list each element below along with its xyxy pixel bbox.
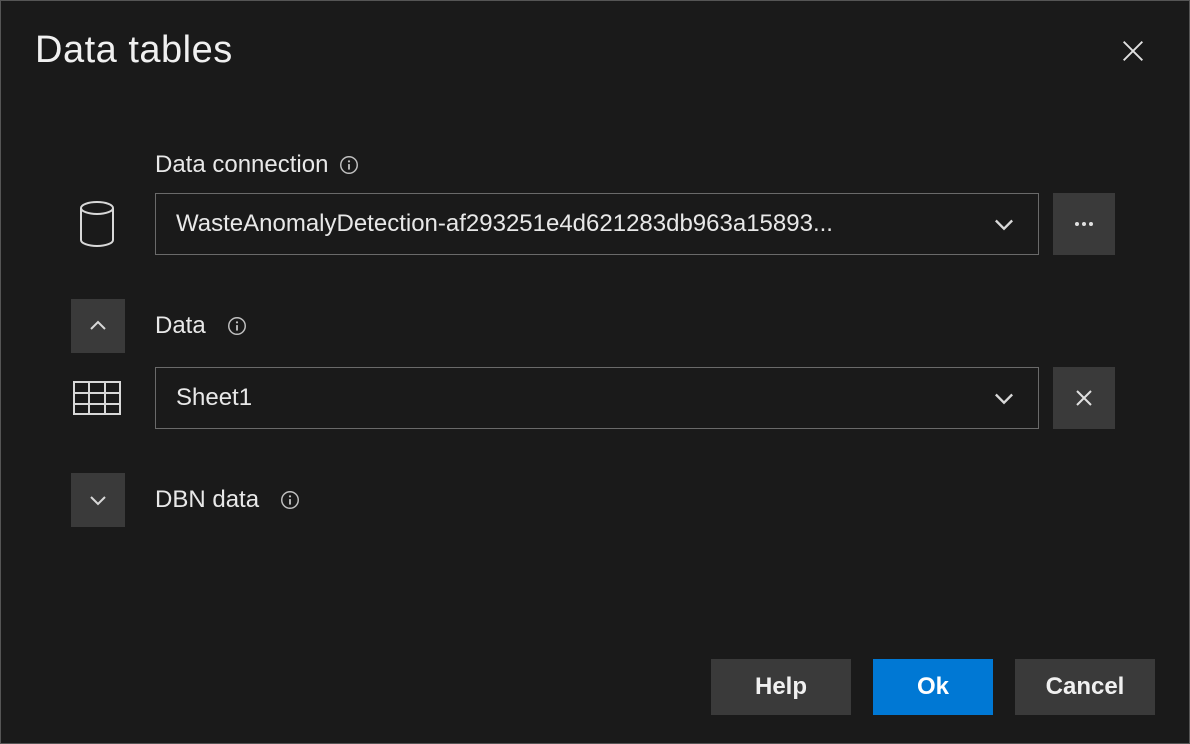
data-label: Data (155, 312, 206, 340)
data-value: Sheet1 (176, 384, 978, 412)
ok-button[interactable]: Ok (873, 659, 993, 715)
data-connection-label: Data connection (155, 151, 328, 179)
chevron-down-icon (990, 210, 1018, 238)
cancel-button[interactable]: Cancel (1015, 659, 1155, 715)
chevron-up-icon (86, 314, 110, 338)
data-connection-row: WasteAnomalyDetection-af293251e4d621283d… (67, 193, 1115, 255)
data-connection-dropdown[interactable]: WasteAnomalyDetection-af293251e4d621283d… (155, 193, 1039, 255)
data-section-header: Data (67, 299, 1115, 353)
dialog-title: Data tables (35, 29, 233, 72)
dialog-header: Data tables (35, 29, 1155, 73)
dbn-data-section-header: DBN data (67, 473, 1115, 527)
data-connection-value: WasteAnomalyDetection-af293251e4d621283d… (176, 210, 978, 238)
data-connection-label-row: Data connection (155, 151, 1115, 179)
info-icon[interactable] (338, 154, 360, 176)
dialog-footer: Help Ok Cancel (35, 659, 1155, 719)
data-tables-dialog: Data tables Data connection (1, 1, 1189, 743)
database-icon (67, 200, 127, 248)
dbn-data-label: DBN data (155, 486, 259, 514)
info-icon[interactable] (279, 489, 301, 511)
chevron-down-icon (990, 384, 1018, 412)
data-remove-button[interactable] (1053, 367, 1115, 429)
table-icon (67, 380, 127, 416)
dialog-content: Data connection WasteAnomalyDetection-af… (35, 151, 1155, 659)
data-row: Sheet1 (67, 367, 1115, 429)
close-icon (1119, 37, 1147, 65)
data-dropdown[interactable]: Sheet1 (155, 367, 1039, 429)
close-button[interactable] (1111, 29, 1155, 73)
info-icon[interactable] (226, 315, 248, 337)
dbn-data-expand-button[interactable] (71, 473, 125, 527)
data-connection-more-button[interactable] (1053, 193, 1115, 255)
help-button[interactable]: Help (711, 659, 851, 715)
ellipsis-icon (1072, 212, 1096, 236)
data-collapse-button[interactable] (71, 299, 125, 353)
chevron-down-icon (86, 488, 110, 512)
close-icon (1072, 386, 1096, 410)
